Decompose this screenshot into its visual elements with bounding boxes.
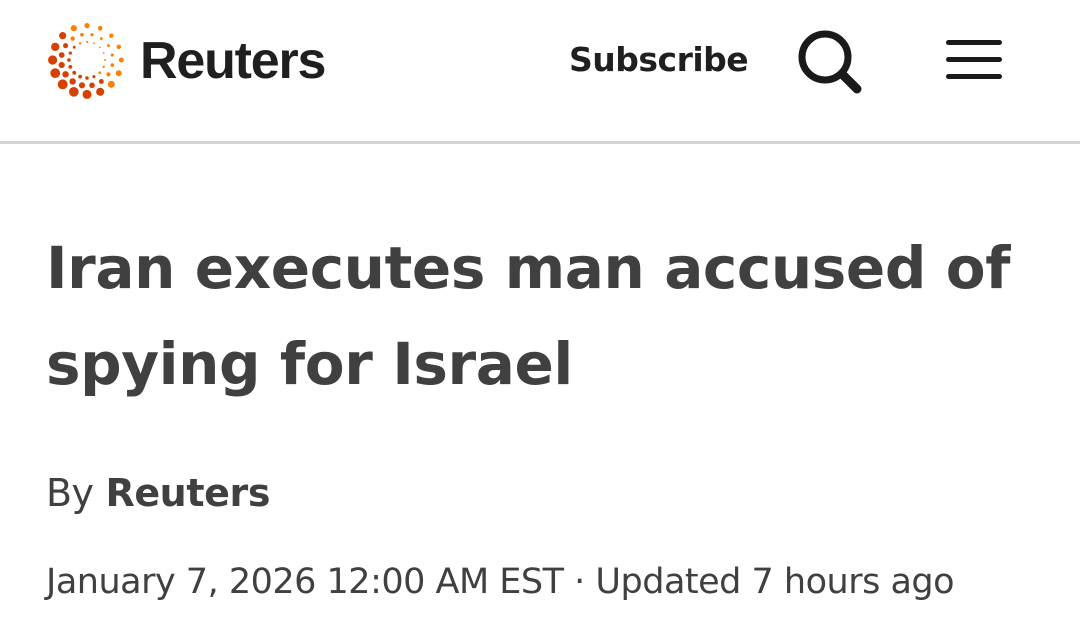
logo-dot	[92, 75, 96, 79]
byline-prefix: By	[46, 471, 94, 515]
logo-dot	[69, 78, 76, 85]
logo-dot	[90, 33, 94, 37]
menu-button[interactable]	[942, 34, 1006, 90]
logo-dot	[102, 52, 105, 54]
logo-dot	[72, 70, 77, 75]
logo-dot	[58, 52, 65, 58]
logo-dot	[51, 42, 60, 51]
dateline: January 7, 2026 12:00 AM EST · Updated 7…	[46, 556, 955, 608]
logo-dot	[98, 46, 101, 49]
published-time: January 7, 2026 12:00 AM EST	[46, 562, 564, 602]
logo-dot	[107, 80, 115, 88]
logo-dot	[78, 42, 82, 45]
search-button[interactable]	[794, 26, 866, 98]
article-page: Reuters Subscribe Iran executes man accu…	[0, 0, 1080, 631]
updated-time: Updated 7 hours ago	[595, 562, 955, 602]
logo-dot	[69, 86, 79, 97]
logo-dot	[78, 74, 82, 79]
logo-dot	[89, 82, 95, 89]
logo-dot	[68, 51, 72, 55]
logo-dot	[109, 33, 114, 38]
logo-dot	[70, 36, 75, 41]
logo-dot	[85, 76, 89, 80]
logo-dot	[104, 59, 107, 61]
logo-dot	[57, 79, 68, 90]
logo-dot	[84, 22, 90, 29]
logo-dot	[82, 89, 92, 99]
logo-dot	[106, 72, 111, 77]
logo-dot	[80, 32, 84, 37]
dateline-separator: ·	[574, 562, 585, 602]
logo-dot	[110, 63, 115, 67]
reuters-logo-link[interactable]: Reuters	[44, 16, 326, 104]
logo-dot	[68, 65, 73, 69]
logo-dot	[96, 87, 105, 96]
logo-dot	[72, 45, 76, 49]
logo-dot	[59, 32, 67, 40]
article-headline: Iran executes man accused of spying for …	[46, 234, 1011, 398]
logo-dot	[78, 82, 86, 89]
logo-dot	[48, 55, 58, 65]
logo-dot	[63, 43, 69, 49]
logo-dot	[102, 65, 105, 69]
logo-dot	[98, 71, 102, 75]
logo-dot	[116, 44, 122, 50]
logo-dot	[115, 70, 122, 77]
logo-dot	[97, 25, 103, 31]
logo-dot	[93, 42, 95, 45]
logo-dot	[58, 61, 65, 69]
logo-dot	[85, 40, 89, 43]
logo-wordmark: Reuters	[140, 32, 326, 90]
logo-dot	[70, 25, 77, 32]
reuters-logo-icon	[48, 22, 124, 99]
hamburger-menu-icon	[946, 40, 1002, 79]
logo-dot	[110, 53, 114, 57]
logo-dot	[107, 44, 110, 48]
subscribe-button[interactable]: Subscribe	[569, 38, 749, 82]
logo-dot	[62, 71, 69, 78]
logo-dot	[50, 68, 61, 79]
byline-author-link[interactable]: Reuters	[105, 471, 270, 515]
logo-dot	[67, 58, 71, 62]
search-icon	[798, 30, 862, 94]
logo-dot	[99, 37, 103, 40]
site-header: Reuters Subscribe	[0, 0, 1080, 144]
logo-dot	[118, 57, 124, 63]
logo-dot	[98, 78, 104, 84]
byline: By Reuters	[46, 467, 270, 519]
